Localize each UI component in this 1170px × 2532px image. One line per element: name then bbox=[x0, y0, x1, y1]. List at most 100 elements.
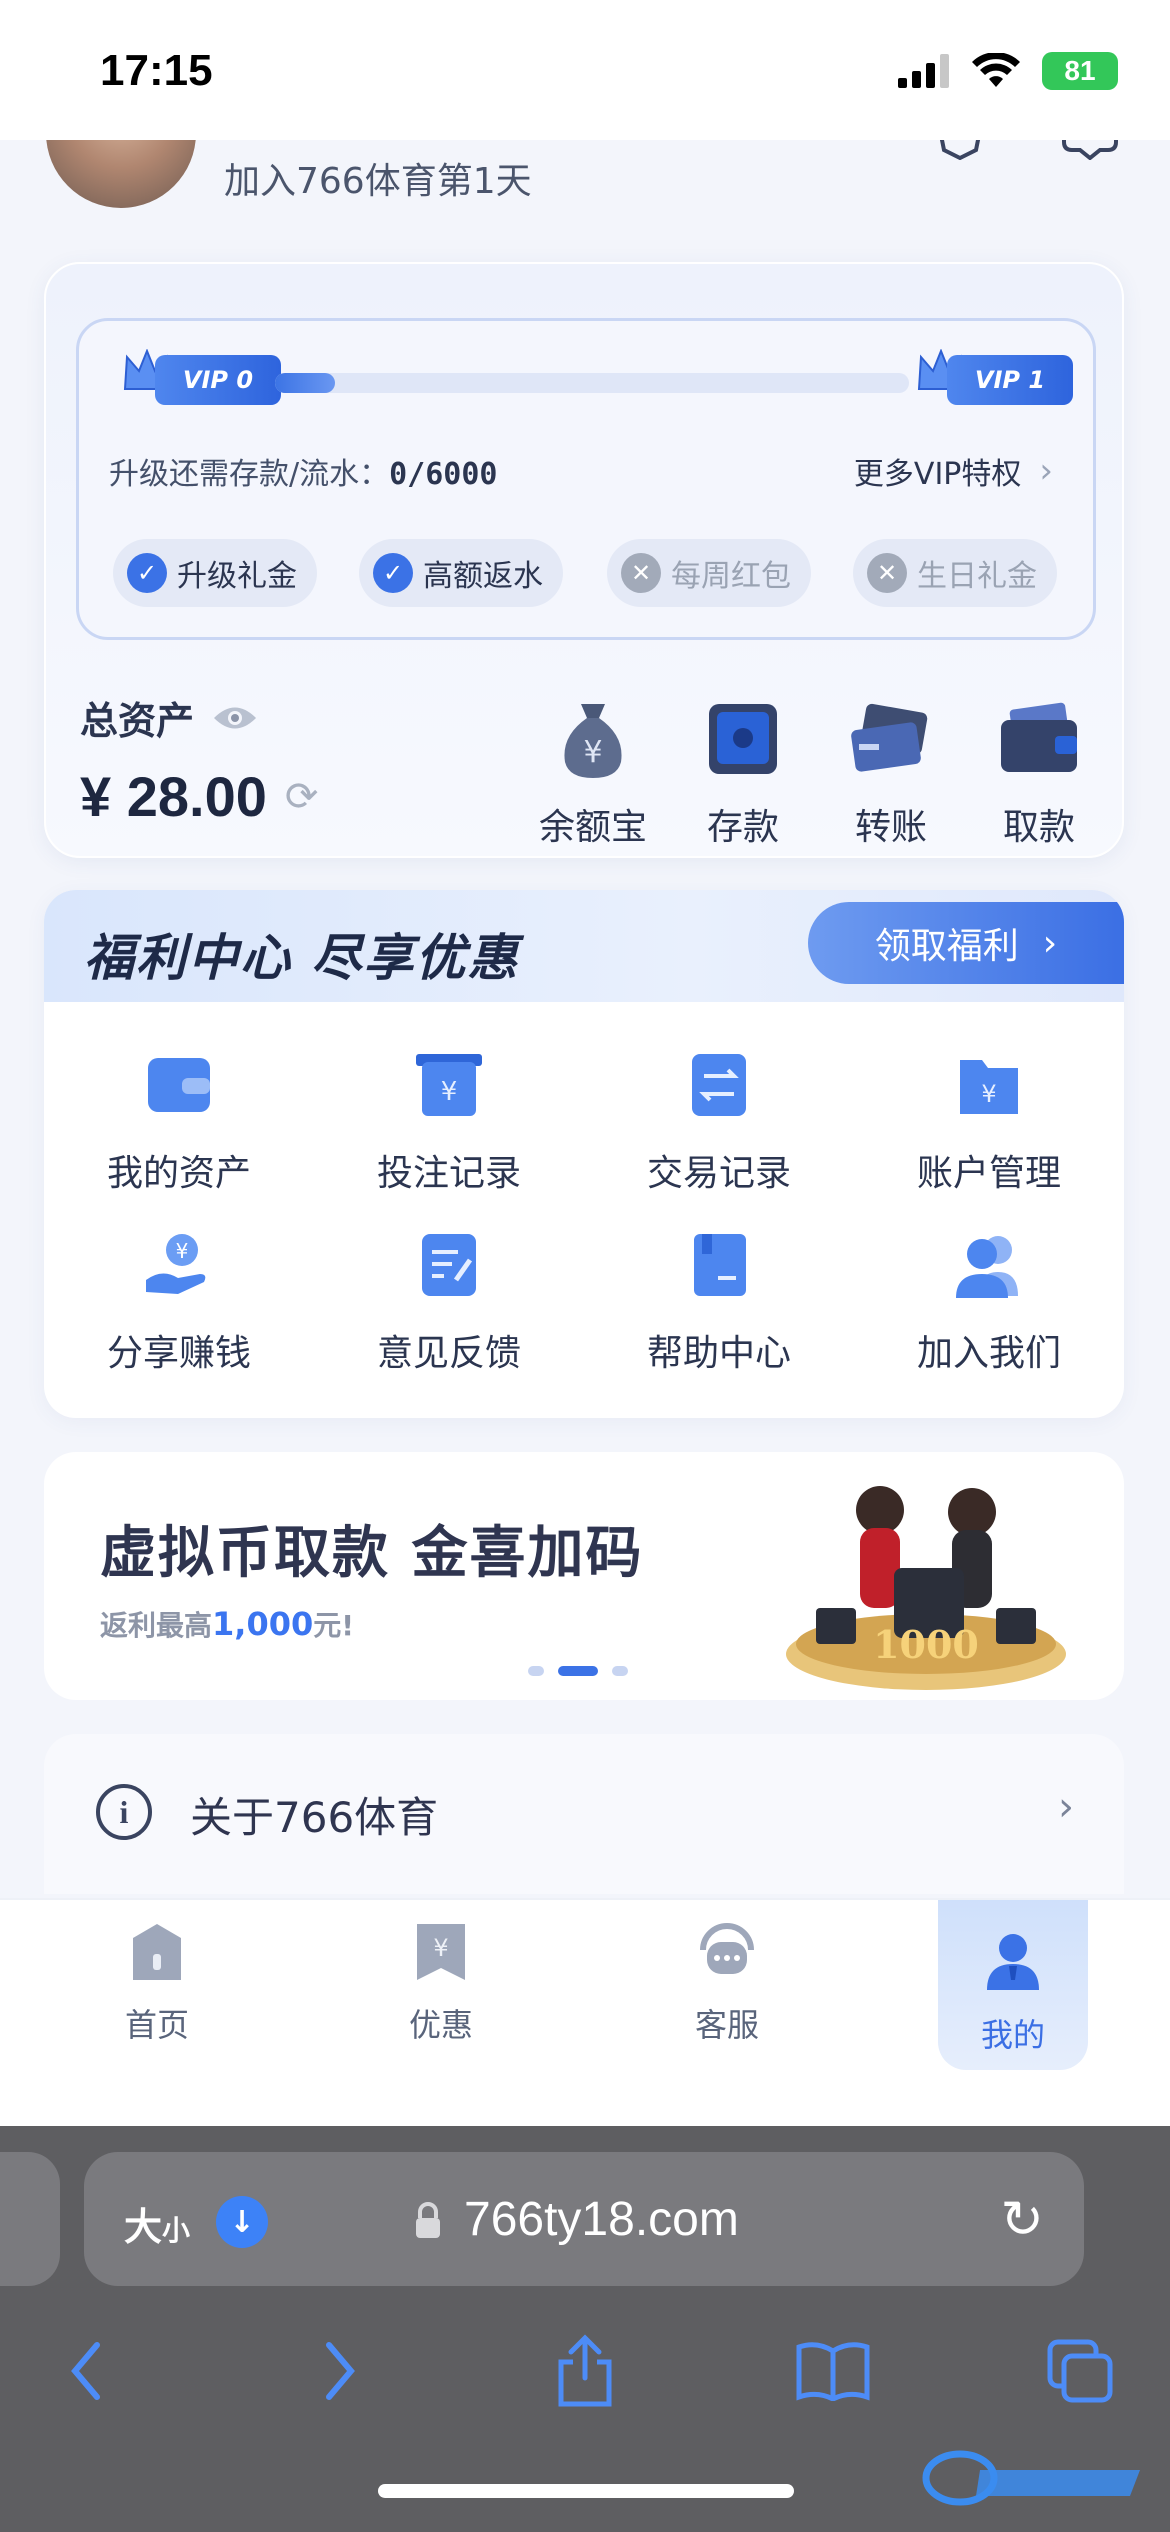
perk-label: 高额返水 bbox=[423, 559, 543, 594]
assets-card: VIP 0 VIP 1 升级还需存款/流水：0/6000 更多VIP特权 › ✓… bbox=[44, 262, 1124, 858]
more-vip-link[interactable]: 更多VIP特权 › bbox=[854, 449, 1053, 493]
info-icon: i bbox=[96, 1784, 152, 1840]
text-size-large: 大 bbox=[124, 2205, 163, 2249]
bookmarks-button[interactable] bbox=[788, 2326, 878, 2416]
quick-action-label: 存款 bbox=[706, 807, 779, 848]
welfare-title: 福利中心 尽享优惠 bbox=[84, 929, 520, 987]
banner-sub-suffix: 元! bbox=[313, 1609, 355, 1642]
tab-support[interactable]: 客服 bbox=[652, 1920, 802, 2080]
text-size-button[interactable]: 大小 bbox=[124, 2196, 190, 2251]
tab-promotions[interactable]: ¥ 优惠 bbox=[366, 1920, 516, 2080]
welfare-item-account-mgmt[interactable]: ¥ 账户管理 bbox=[854, 1050, 1124, 1196]
tab-home[interactable]: 首页 bbox=[82, 1920, 232, 2080]
home-indicator[interactable] bbox=[378, 2484, 794, 2498]
welfare-item-label: 意见反馈 bbox=[376, 1333, 521, 1374]
join-us-icon bbox=[956, 1236, 1018, 1298]
perk-upgrade-bonus[interactable]: ✓ 升级礼金 bbox=[113, 539, 317, 607]
watermark-logo bbox=[922, 2450, 1140, 2506]
signal-icon bbox=[898, 54, 949, 88]
welfare-item-transactions[interactable]: 交易记录 bbox=[584, 1050, 854, 1196]
tab-label: 优惠 bbox=[408, 2006, 473, 2044]
transaction-icon bbox=[692, 1054, 746, 1116]
share-earn-icon: ¥ bbox=[146, 1234, 206, 1294]
download-icon[interactable]: ↓ bbox=[216, 2196, 268, 2248]
quick-action-label: 转账 bbox=[854, 807, 927, 848]
svg-text:¥: ¥ bbox=[441, 1077, 458, 1107]
welfare-item-label: 我的资产 bbox=[106, 1153, 251, 1194]
upgrade-value: 0/6000 bbox=[389, 457, 498, 492]
banner-title: 虚拟币取款 金喜加码 bbox=[100, 1521, 644, 1586]
wallet-icon bbox=[1001, 702, 1077, 772]
refresh-icon[interactable]: ⟳ bbox=[285, 774, 319, 820]
welfare-item-label: 投注记录 bbox=[376, 1153, 521, 1194]
check-icon: ✓ bbox=[373, 553, 413, 593]
welfare-item-my-assets[interactable]: 我的资产 bbox=[44, 1050, 314, 1196]
profile-icon bbox=[987, 1934, 1039, 1990]
tab-label: 我的 bbox=[980, 2016, 1045, 2054]
quick-action-deposit[interactable]: 存款 bbox=[668, 696, 818, 850]
svg-text:¥: ¥ bbox=[433, 1934, 448, 1962]
upgrade-label: 升级还需存款/流水： bbox=[109, 457, 390, 492]
back-button[interactable] bbox=[42, 2326, 132, 2416]
quick-action-withdraw[interactable]: 取款 bbox=[964, 696, 1114, 850]
perk-label: 每周红包 bbox=[671, 559, 791, 594]
perk-birthday-bonus[interactable]: ✕ 生日礼金 bbox=[853, 539, 1057, 607]
total-assets-label: 总资产 bbox=[80, 690, 258, 745]
tab-label: 首页 bbox=[124, 2006, 189, 2044]
chevron-right-icon bbox=[326, 2342, 355, 2400]
welfare-item-label: 加入我们 bbox=[916, 1333, 1061, 1374]
quick-action-transfer[interactable]: 转账 bbox=[816, 696, 966, 850]
vip-progress-fill bbox=[275, 373, 335, 393]
tab-me[interactable]: 我的 bbox=[938, 1900, 1088, 2070]
account-folder-icon: ¥ bbox=[960, 1060, 1018, 1114]
welfare-item-join-us[interactable]: 加入我们 bbox=[854, 1230, 1124, 1376]
pagination-dot[interactable] bbox=[558, 1666, 598, 1676]
check-icon: ✓ bbox=[127, 553, 167, 593]
banner-sub-highlight: 1,000 bbox=[212, 1605, 314, 1643]
banner-subtitle: 返利最高1,000元! bbox=[100, 1604, 354, 1644]
promo-icon: ¥ bbox=[417, 1924, 465, 1980]
amount-value: 28.00 bbox=[126, 765, 267, 828]
claim-welfare-label: 领取福利 bbox=[874, 926, 1019, 967]
tabs-button[interactable] bbox=[1036, 2326, 1126, 2416]
welfare-item-feedback[interactable]: 意见反馈 bbox=[314, 1230, 584, 1376]
svg-text:¥: ¥ bbox=[176, 1239, 189, 1263]
reload-icon[interactable]: ↻ bbox=[1000, 2190, 1044, 2250]
cross-icon: ✕ bbox=[621, 553, 661, 593]
vip-progress-bar bbox=[275, 373, 909, 393]
total-assets-amount: ¥ 28.00 ⟳ bbox=[80, 764, 318, 829]
claim-welfare-button[interactable]: 领取福利 › bbox=[808, 902, 1124, 984]
quick-action-yuebao[interactable]: ¥ 余额宝 bbox=[518, 696, 668, 850]
text-size-small: 小 bbox=[162, 2214, 191, 2247]
join-days-text: 加入766体育第1天 bbox=[224, 161, 532, 202]
pagination-dot[interactable] bbox=[528, 1666, 544, 1676]
welfare-item-bet-records[interactable]: ¥ 投注记录 bbox=[314, 1050, 584, 1196]
promo-banner[interactable]: 虚拟币取款 金喜加码 返利最高1,000元! 1000 bbox=[44, 1452, 1124, 1700]
chevron-right-icon: › bbox=[1039, 451, 1053, 491]
welfare-item-label: 交易记录 bbox=[646, 1153, 791, 1194]
welfare-item-share-earn[interactable]: ¥ 分享赚钱 bbox=[44, 1230, 314, 1376]
share-icon bbox=[558, 2334, 612, 2407]
perk-weekly-redpacket[interactable]: ✕ 每周红包 bbox=[607, 539, 811, 607]
perk-rebate[interactable]: ✓ 高额返水 bbox=[359, 539, 563, 607]
about-row[interactable]: i 关于766体育 › bbox=[44, 1734, 1124, 1894]
upgrade-requirement: 升级还需存款/流水：0/6000 bbox=[109, 449, 497, 493]
eye-icon[interactable] bbox=[212, 703, 258, 733]
share-button[interactable] bbox=[540, 2326, 630, 2416]
forward-button[interactable] bbox=[294, 2326, 384, 2416]
pagination-dot[interactable] bbox=[612, 1666, 628, 1676]
perk-label: 生日礼金 bbox=[917, 559, 1037, 594]
chevron-right-icon: › bbox=[1058, 1784, 1074, 1830]
welfare-item-help-center[interactable]: 帮助中心 bbox=[584, 1230, 854, 1376]
welfare-header: 福利中心 尽享优惠 领取福利 › bbox=[44, 890, 1124, 1002]
safe-icon bbox=[709, 704, 777, 774]
help-book-icon bbox=[694, 1234, 746, 1296]
chevron-right-icon: › bbox=[1042, 922, 1058, 964]
home-icon bbox=[133, 1924, 181, 1980]
cards-icon bbox=[851, 703, 928, 772]
address-bar[interactable]: 大小 ↓ 766ty18.com ↻ bbox=[84, 2152, 1084, 2286]
previous-tab-preview[interactable] bbox=[0, 2152, 60, 2286]
svg-text:¥: ¥ bbox=[981, 1080, 996, 1108]
bet-record-icon: ¥ bbox=[416, 1054, 482, 1116]
bottom-tab-bar: 首页 ¥ 优惠 客服 我的 bbox=[0, 1898, 1170, 2126]
